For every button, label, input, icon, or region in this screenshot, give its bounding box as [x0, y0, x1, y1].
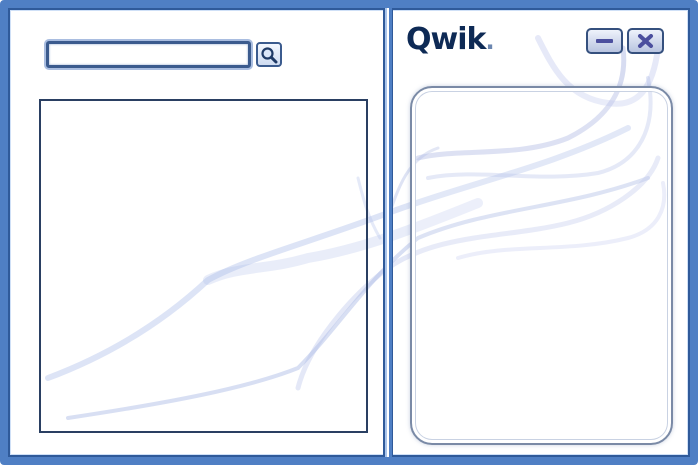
minimize-icon	[596, 39, 613, 43]
logo-text: Qwik	[406, 22, 486, 57]
search-button[interactable]	[256, 42, 282, 67]
app-window: Qwik.	[0, 0, 698, 465]
close-x-icon	[638, 34, 653, 48]
detail-panel	[410, 86, 673, 445]
logo-dot: .	[485, 27, 494, 55]
magnifier-icon	[261, 47, 278, 64]
app-logo: Qwik.	[406, 22, 495, 57]
results-list-panel[interactable]	[39, 99, 368, 433]
close-button[interactable]	[627, 28, 664, 54]
minimize-button[interactable]	[586, 28, 623, 54]
panel-divider[interactable]	[383, 8, 393, 457]
search-input[interactable]	[46, 41, 251, 68]
